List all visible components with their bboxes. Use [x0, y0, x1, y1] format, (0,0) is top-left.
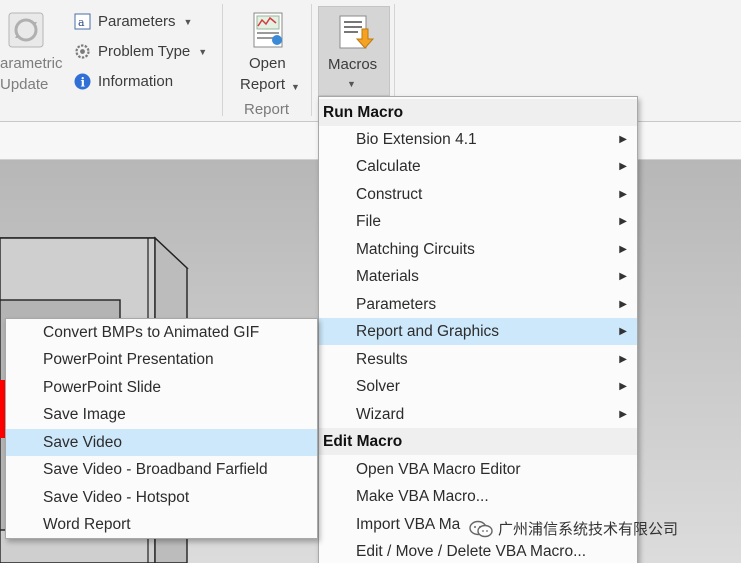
menu-item-label: Make VBA Macro... [356, 488, 489, 505]
menu-item-label: Wizard [356, 406, 405, 423]
wechat-icon [469, 520, 493, 537]
watermark: 广州浦信系统技术有限公司 [468, 518, 678, 539]
menu-item-label: Bio Extension 4.1 [356, 131, 477, 148]
problem-type-button[interactable]: Problem Type ▼ [74, 43, 207, 60]
chevron-right-icon: ▶ [619, 271, 627, 282]
menu-item-label: Materials [356, 268, 419, 285]
group-separator [222, 4, 223, 116]
open-report-label-1: Open [249, 55, 286, 72]
chevron-right-icon: ▶ [619, 326, 627, 337]
menu-item-label: Results [356, 351, 408, 368]
open-report-label-2: Report [240, 76, 286, 93]
menu-item-label: PowerPoint Slide [43, 379, 162, 396]
macros-icon [339, 15, 374, 49]
watermark-text: 广州浦信系统技术有限公司 [498, 521, 679, 538]
menu-item-bio-extension[interactable]: Bio Extension 4.1 ▶ [319, 126, 637, 153]
submenu-item-save-video-hotspot[interactable]: Save Video - Hotspot [6, 484, 317, 511]
parametric-update-label-2: Update [0, 76, 49, 93]
menu-item-label: File [356, 213, 381, 230]
menu-item-label: PowerPoint Presentation [43, 351, 214, 368]
menu-item-materials[interactable]: Materials ▶ [319, 263, 637, 290]
edit-macro-header: Edit Macro [319, 428, 637, 455]
chevron-right-icon: ▶ [619, 134, 627, 145]
chevron-right-icon: ▶ [619, 161, 627, 172]
macros-button[interactable]: Macros ▼ [318, 6, 390, 96]
menu-item-label: Save Video - Broadband Farfield [43, 461, 268, 478]
parameters-button[interactable]: a Parameters ▼ [74, 13, 192, 30]
menu-item-construct[interactable]: Construct ▶ [319, 181, 637, 208]
chevron-right-icon: ▶ [619, 299, 627, 310]
submenu-item-save-video-farfield[interactable]: Save Video - Broadband Farfield [6, 456, 317, 483]
menu-item-label: Calculate [356, 158, 421, 175]
menu-item-results[interactable]: Results ▶ [319, 346, 637, 373]
submenu-item-powerpoint-presentation[interactable]: PowerPoint Presentation [6, 346, 317, 373]
chevron-down-icon: ▼ [198, 46, 208, 57]
problem-type-label: Problem Type [98, 43, 191, 60]
menu-item-label: Convert BMPs to Animated GIF [43, 324, 260, 341]
report-icon [253, 12, 283, 48]
chevron-right-icon: ▶ [619, 354, 627, 365]
parametric-update-label-1: arametric [0, 55, 63, 72]
menu-item-solver[interactable]: Solver ▶ [319, 373, 637, 400]
menu-item-parameters[interactable]: Parameters ▶ [319, 291, 637, 318]
report-graphics-submenu: Convert BMPs to Animated GIF PowerPoint … [5, 318, 318, 539]
parameters-icon: a [74, 13, 91, 30]
menu-item-label: Open VBA Macro Editor [356, 461, 521, 478]
chevron-right-icon: ▶ [619, 189, 627, 200]
svg-text:a: a [78, 16, 85, 29]
menu-item-label: Report and Graphics [356, 323, 500, 340]
menu-item-label: Save Image [43, 406, 126, 423]
menu-item-label: Parameters [356, 296, 437, 313]
info-icon: i [74, 73, 91, 90]
menu-item-label: Save Video [43, 434, 122, 451]
chevron-right-icon: ▶ [619, 244, 627, 255]
submenu-item-save-video[interactable]: Save Video [6, 429, 317, 456]
report-group-label: Report [244, 101, 290, 118]
macros-label: Macros [328, 56, 378, 73]
chevron-down-icon: ▼ [347, 79, 356, 89]
menu-item-make-vba-macro[interactable]: Make VBA Macro... [319, 483, 637, 510]
open-report-button[interactable]: Open Report ▼ [234, 6, 304, 96]
submenu-item-convert-bmps[interactable]: Convert BMPs to Animated GIF [6, 319, 317, 346]
gear-icon [74, 43, 91, 60]
submenu-item-save-image[interactable]: Save Image [6, 401, 317, 428]
submenu-item-word-report[interactable]: Word Report [6, 511, 317, 538]
menu-item-edit-move-delete-vba[interactable]: Edit / Move / Delete VBA Macro... [319, 538, 637, 563]
menu-item-calculate[interactable]: Calculate ▶ [319, 153, 637, 180]
menu-item-report-and-graphics[interactable]: Report and Graphics ▶ [319, 318, 637, 345]
menu-item-label: Save Video - Hotspot [43, 489, 190, 506]
chevron-right-icon: ▶ [619, 381, 627, 392]
menu-item-label: Edit / Move / Delete VBA Macro... [356, 543, 587, 560]
menu-item-open-vba-editor[interactable]: Open VBA Macro Editor [319, 456, 637, 483]
menu-item-label: Word Report [43, 516, 131, 533]
run-macro-header: Run Macro [319, 99, 637, 126]
chevron-down-icon: ▼ [183, 16, 193, 27]
parameters-label: Parameters [98, 13, 176, 30]
information-label: Information [98, 73, 174, 90]
parametric-update-button[interactable]: arametric Update [0, 6, 64, 96]
menu-item-label: Matching Circuits [356, 241, 475, 258]
information-button[interactable]: i Information [74, 73, 173, 90]
group-separator [311, 4, 312, 116]
macros-dropdown-menu: Run Macro Bio Extension 4.1 ▶ Calculate ▶ … [318, 96, 638, 563]
menu-item-matching-circuits[interactable]: Matching Circuits ▶ [319, 236, 637, 263]
chevron-right-icon: ▶ [619, 409, 627, 420]
menu-item-wizard[interactable]: Wizard ▶ [319, 401, 637, 428]
menu-item-label: Import VBA Ma [356, 516, 461, 533]
parametric-update-icon [8, 12, 44, 48]
menu-item-label: Solver [356, 378, 400, 395]
submenu-item-powerpoint-slide[interactable]: PowerPoint Slide [6, 374, 317, 401]
chevron-down-icon: ▼ [291, 82, 300, 92]
chevron-right-icon: ▶ [619, 216, 627, 227]
menu-item-file[interactable]: File ▶ [319, 208, 637, 235]
menu-item-label: Construct [356, 186, 423, 203]
svg-text:i: i [81, 76, 86, 90]
